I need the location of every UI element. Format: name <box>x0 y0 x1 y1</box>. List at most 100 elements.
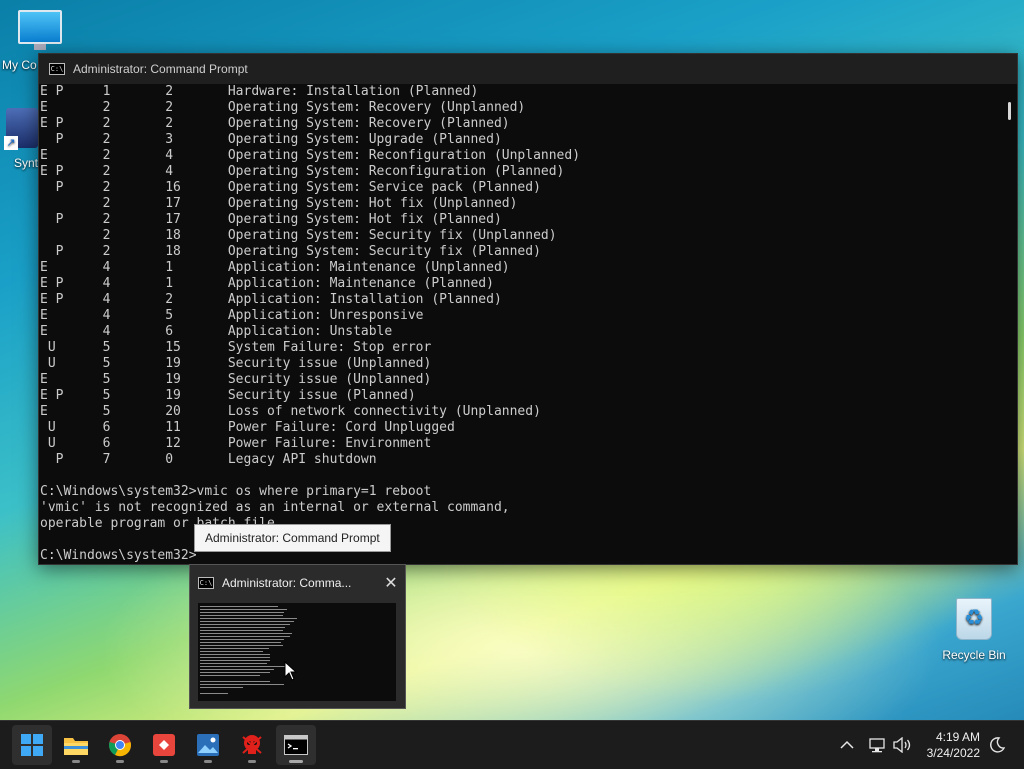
taskbar-photos[interactable] <box>188 725 228 765</box>
close-icon[interactable]: ✕ <box>377 573 405 593</box>
thumbnail-line <box>200 666 290 667</box>
photos-icon <box>197 734 219 756</box>
scrollbar-thumb[interactable] <box>1008 102 1011 120</box>
thumbnail-line <box>200 684 284 685</box>
console-line: P 2 17 Operating System: Hot fix (Planne… <box>40 212 502 227</box>
console-line: U 5 19 Security issue (Unplanned) <box>40 356 432 371</box>
thumbnail-line <box>200 651 263 652</box>
recycle-bin-icon <box>956 598 992 640</box>
console-line: E P 1 2 Hardware: Installation (Planned) <box>40 84 479 99</box>
taskbar-skull-app[interactable] <box>232 725 272 765</box>
taskbar-red-app[interactable] <box>144 725 184 765</box>
thumbnail-line <box>200 612 284 613</box>
thumbnail-line <box>200 654 270 655</box>
thumbnail-line <box>200 669 274 670</box>
console-line: 'vmic' is not recognized as an internal … <box>40 500 510 515</box>
system-clock[interactable]: 4:19 AM 3/24/2022 <box>927 729 980 761</box>
show-hidden-icons[interactable] <box>840 721 854 769</box>
clock-time: 4:19 AM <box>935 730 980 744</box>
thumbnail-line <box>200 627 285 628</box>
running-indicator <box>116 760 124 763</box>
console-line: E 4 5 Application: Unresponsive <box>40 308 424 323</box>
command-prompt-icon <box>284 735 308 755</box>
console-line: E P 4 1 Application: Maintenance (Planne… <box>40 276 494 291</box>
running-indicator <box>72 760 80 763</box>
console-line: E 4 1 Application: Maintenance (Unplanne… <box>40 260 510 275</box>
console-line: C:\Windows\system32>vmic os where primar… <box>40 484 432 499</box>
preview-title: Administrator: Comma... <box>222 576 352 590</box>
running-indicator <box>248 760 256 763</box>
console-line: 2 18 Operating System: Security fix (Unp… <box>40 228 557 243</box>
thumbnail-line <box>200 660 270 661</box>
shortcut-arrow-icon: ↗ <box>4 136 18 150</box>
thumbnail-line <box>200 681 270 682</box>
taskbar-window-preview[interactable]: C:\ Administrator: Comma... ✕ <box>189 564 406 709</box>
taskbar-tooltip: Administrator: Command Prompt <box>194 524 391 552</box>
taskbar-chrome[interactable] <box>100 725 140 765</box>
skull-app-icon <box>242 735 262 754</box>
thumbnail-line <box>200 648 269 649</box>
console-line: C:\Windows\system32> <box>40 548 197 563</box>
monitor-icon <box>18 10 62 50</box>
taskbar-file-explorer[interactable] <box>56 725 96 765</box>
preview-header: C:\ Administrator: Comma... ✕ <box>190 565 405 601</box>
console-line: U 6 12 Power Failure: Environment <box>40 436 432 451</box>
thumbnail-line <box>200 615 283 616</box>
volume-tray[interactable] <box>892 721 912 769</box>
window-title: Administrator: Command Prompt <box>73 62 248 76</box>
console-line: E 4 6 Application: Unstable <box>40 324 393 339</box>
command-prompt-icon: C:\ <box>49 63 65 75</box>
thumbnail-line <box>200 606 278 607</box>
thumbnail-line <box>200 621 294 622</box>
console-line: 2 17 Operating System: Hot fix (Unplanne… <box>40 196 518 211</box>
running-indicator <box>204 760 212 763</box>
console-line: E 5 20 Loss of network connectivity (Unp… <box>40 404 541 419</box>
desktop-icon-label: Recycle Bin <box>942 648 1006 662</box>
start-button[interactable] <box>12 725 52 765</box>
thumbnail-line <box>200 663 267 664</box>
console-line: E P 4 2 Application: Installation (Plann… <box>40 292 502 307</box>
command-prompt-icon: C:\ <box>198 577 214 589</box>
console-line: E 5 19 Security issue (Unplanned) <box>40 372 432 387</box>
taskbar-command-prompt[interactable] <box>276 725 316 765</box>
thumbnail-line <box>200 636 290 637</box>
console-line: operable program or batch file. <box>40 516 283 531</box>
speaker-icon <box>893 737 911 753</box>
thumbnail-line <box>200 630 283 631</box>
window-titlebar[interactable]: C:\ Administrator: Command Prompt <box>39 54 1017 84</box>
console-line: P 7 0 Legacy API shutdown <box>40 452 377 467</box>
command-prompt-window[interactable]: C:\ Administrator: Command Prompt E P 1 … <box>38 53 1018 565</box>
console-line: P 2 3 Operating System: Upgrade (Planned… <box>40 132 502 147</box>
synth-app-icon: ↗ <box>4 108 38 150</box>
thumbnail-line <box>200 675 260 676</box>
file-explorer-icon <box>64 738 88 755</box>
moon-icon <box>990 737 1006 753</box>
thumbnail-line <box>200 687 243 688</box>
start-icon <box>21 734 43 756</box>
console-line: E P 2 4 Operating System: Reconfiguratio… <box>40 164 565 179</box>
mouse-cursor-icon <box>284 660 298 686</box>
thumbnail-line <box>200 645 283 646</box>
clock-date: 3/24/2022 <box>926 746 980 760</box>
thumbnail-line <box>200 672 270 673</box>
network-tray[interactable] <box>868 721 886 769</box>
console-line: P 2 18 Operating System: Security fix (P… <box>40 244 541 259</box>
running-indicator <box>289 760 303 763</box>
thumbnail-line <box>200 624 290 625</box>
network-icon <box>869 738 885 753</box>
notification-center[interactable] <box>988 721 1006 769</box>
console-line: E P 5 19 Security issue (Planned) <box>40 388 416 403</box>
thumbnail-line <box>200 642 281 643</box>
thumbnail-line <box>200 618 297 619</box>
thumbnail-line <box>200 657 270 658</box>
chevron-up-icon <box>840 740 854 749</box>
console-output[interactable]: E P 1 2 Hardware: Installation (Planned)… <box>39 84 999 564</box>
thumbnail-line <box>200 693 228 694</box>
console-line: E 2 4 Operating System: Reconfiguration … <box>40 148 581 163</box>
console-line: E 2 2 Operating System: Recovery (Unplan… <box>40 100 526 115</box>
preview-thumbnail[interactable] <box>198 603 396 701</box>
vertical-scrollbar[interactable] <box>999 84 1017 564</box>
desktop-icon-recycle-bin[interactable]: Recycle Bin <box>936 598 1012 662</box>
